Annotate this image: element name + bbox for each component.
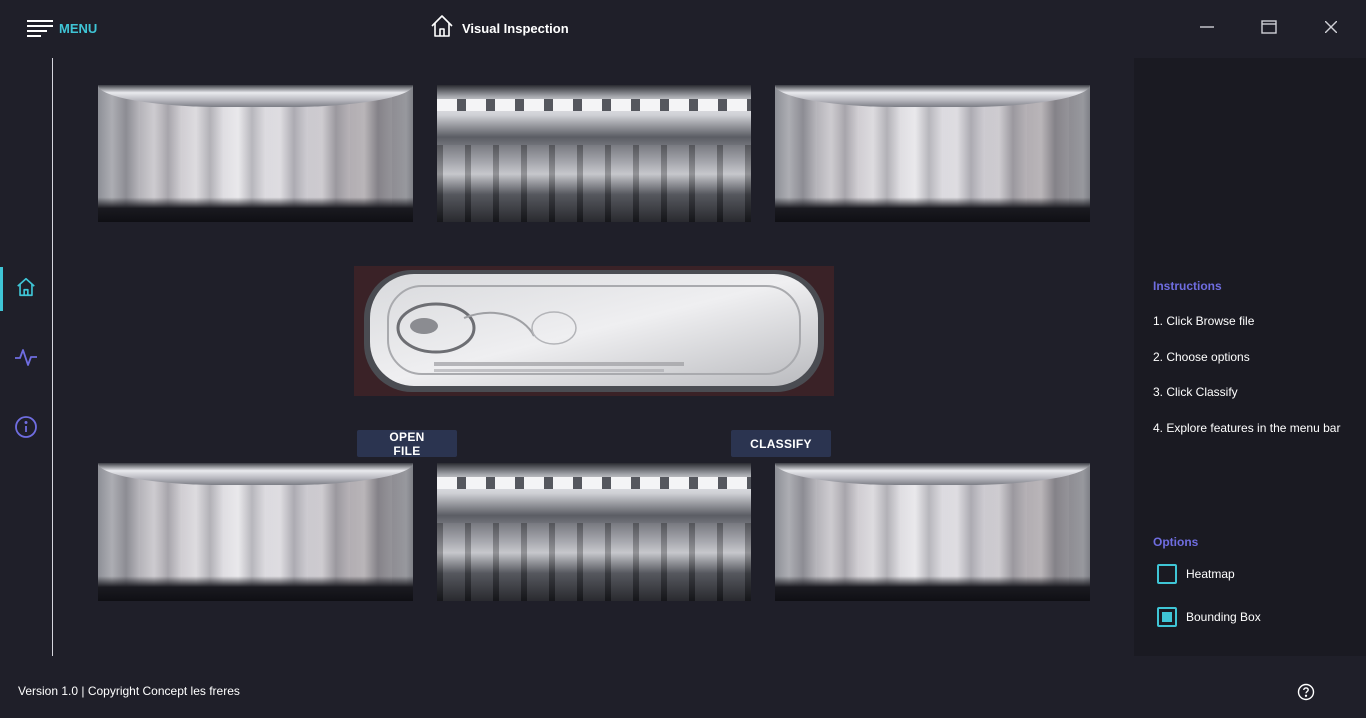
sidebar-item-info[interactable] — [0, 407, 52, 451]
bottom-left-image — [98, 463, 413, 601]
maximize-icon — [1261, 19, 1277, 39]
heatmap-checkbox[interactable] — [1157, 564, 1177, 584]
activity-icon — [14, 346, 38, 373]
top-right-image — [775, 85, 1090, 222]
instruction-step: 2. Choose options — [1153, 350, 1250, 364]
home-icon — [430, 14, 454, 43]
app-title: Visual Inspection — [430, 14, 569, 43]
home-icon — [15, 276, 37, 303]
options-title: Options — [1153, 535, 1199, 549]
heatmap-option[interactable]: Heatmap — [1157, 564, 1235, 584]
info-icon — [14, 415, 38, 444]
instructions-title: Instructions — [1153, 279, 1222, 293]
classify-button[interactable]: CLASSIFY — [731, 430, 831, 457]
bounding-box-label: Bounding Box — [1186, 610, 1261, 624]
top-left-image — [98, 85, 413, 222]
hamburger-icon — [27, 18, 53, 38]
close-button[interactable] — [1319, 17, 1343, 41]
main-content: OPEN FILE CLASSIFY — [54, 58, 1134, 656]
maximize-button[interactable] — [1257, 17, 1281, 41]
instruction-step: 1. Click Browse file — [1153, 314, 1255, 328]
minimize-icon — [1200, 20, 1214, 39]
app-title-text: Visual Inspection — [462, 20, 569, 36]
checkbox-checked-mark — [1162, 612, 1172, 622]
minimize-button[interactable] — [1195, 17, 1219, 41]
sidebar-item-activity[interactable] — [0, 337, 52, 381]
bottom-center-image — [437, 463, 751, 601]
menu-label: MENU — [59, 20, 98, 36]
instruction-step: 3. Click Classify — [1153, 385, 1238, 399]
right-panel: Instructions 1. Click Browse file 2. Cho… — [1134, 58, 1366, 656]
sidebar — [0, 58, 53, 656]
bottom-right-image — [775, 463, 1090, 601]
bounding-box-option[interactable]: Bounding Box — [1157, 607, 1261, 627]
sidebar-item-home[interactable] — [0, 267, 52, 311]
open-file-button[interactable]: OPEN FILE — [357, 430, 457, 458]
version-text: Version 1.0 | Copyright Concept les frer… — [18, 684, 240, 698]
help-icon — [1297, 683, 1315, 705]
center-image — [354, 266, 834, 396]
footer: Version 1.0 | Copyright Concept les frer… — [0, 656, 1366, 718]
bounding-box-checkbox[interactable] — [1157, 607, 1177, 627]
top-center-image — [437, 85, 751, 222]
help-button[interactable] — [1297, 683, 1315, 701]
heatmap-label: Heatmap — [1186, 567, 1235, 581]
menu-button[interactable]: MENU — [27, 17, 97, 39]
instruction-step: 4. Explore features in the menu bar — [1153, 421, 1341, 435]
title-bar: MENU Visual Inspection — [0, 0, 1366, 58]
close-icon — [1324, 20, 1338, 38]
